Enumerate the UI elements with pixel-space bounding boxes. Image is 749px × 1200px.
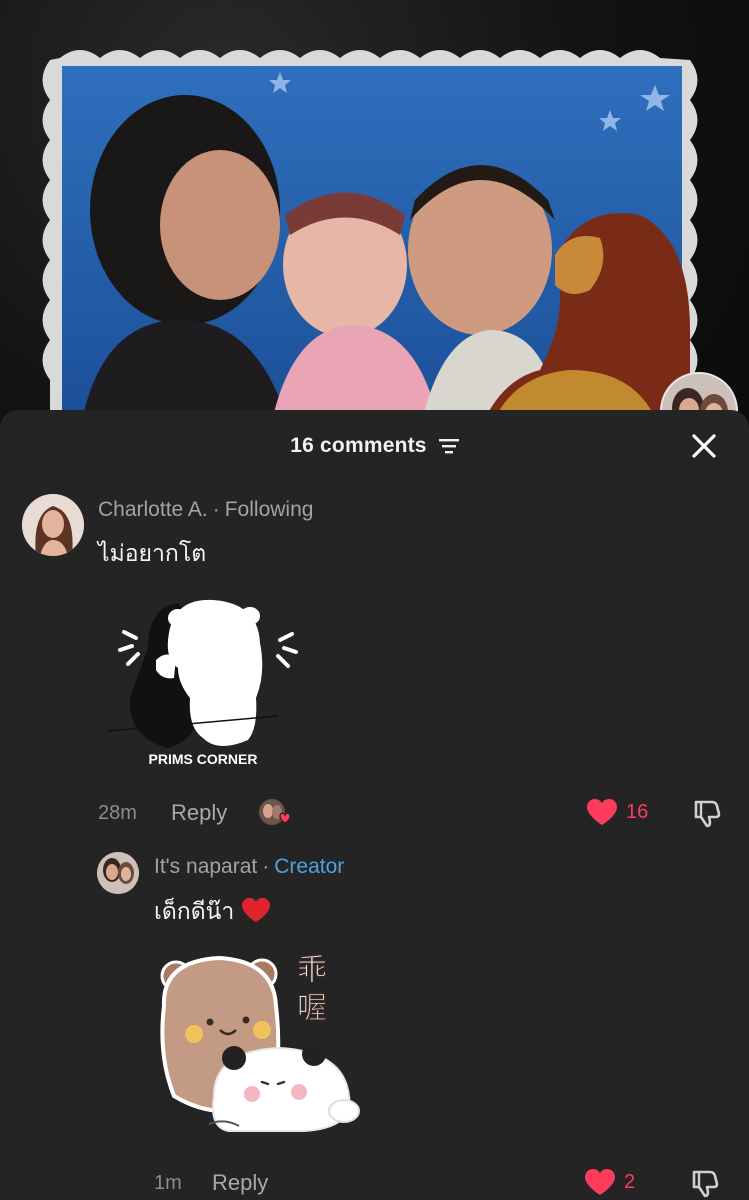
sticker-char-1: 乖 [297, 953, 327, 988]
comment-author[interactable]: It's naparat [154, 855, 257, 878]
like-control[interactable]: 16 [586, 798, 648, 826]
like-count: 16 [626, 800, 649, 823]
comment-item: Charlotte A. · Following ไม่อยากโต PRIMS C… [0, 488, 749, 828]
comments-header: 16 comments [0, 410, 749, 482]
red-heart-emoji-icon [241, 897, 270, 923]
video-background [0, 0, 749, 430]
reply-button[interactable]: Reply [212, 1170, 268, 1196]
dislike-icon[interactable] [692, 798, 722, 828]
avatar[interactable] [97, 852, 139, 894]
creator-liked-icon [259, 799, 291, 825]
profile-photo-icon [22, 494, 84, 556]
sort-filter-icon[interactable] [438, 438, 459, 454]
bear-panda-sticker: 乖 喔 [160, 952, 360, 1132]
comment-timestamp: 28m [98, 802, 137, 824]
comment-count-title[interactable]: 16 comments [0, 434, 749, 458]
comment-text: เด็กดีน๊า [154, 894, 271, 930]
creator-tag: Creator [274, 855, 345, 878]
comment-author[interactable]: Charlotte A. [98, 498, 208, 521]
comment-count-label: 16 comments [290, 434, 427, 457]
comment-author-line: Charlotte A. · Following [98, 498, 313, 522]
reply-button[interactable]: Reply [171, 800, 227, 826]
video-frame-photo [42, 50, 698, 430]
comment-text: ไม่อยากโต [98, 540, 207, 566]
comments-sheet: 16 comments Charlotte A. · Following ไม่อย [0, 410, 749, 1200]
comment-timestamp: 1m [154, 1172, 182, 1194]
avatar[interactable] [22, 494, 84, 556]
profile-photo-icon [97, 852, 139, 894]
sticker-char-2: 喔 [297, 991, 327, 1026]
separator-dot: · [212, 498, 220, 521]
like-control[interactable]: 2 [584, 1168, 635, 1196]
comment-author-line: It's naparat · Creator [154, 855, 344, 879]
comment-text-body: เด็กดีน๊า [154, 898, 235, 924]
separator-dot: · [262, 855, 270, 878]
dislike-icon[interactable] [690, 1168, 720, 1198]
sticker-caption: PRIMS CORNER [149, 751, 258, 767]
creator-liked-badge [258, 798, 291, 828]
heart-icon[interactable] [586, 798, 618, 826]
heart-icon[interactable] [584, 1168, 616, 1196]
like-count: 2 [624, 1170, 636, 1193]
crying-bear-sticker: PRIMS CORNER [108, 599, 298, 767]
close-icon[interactable] [688, 430, 720, 462]
reply-comment-item: It's naparat · Creator เด็กดีน๊า 乖 喔 1m … [0, 848, 749, 1198]
relation-tag: Following [224, 498, 314, 521]
